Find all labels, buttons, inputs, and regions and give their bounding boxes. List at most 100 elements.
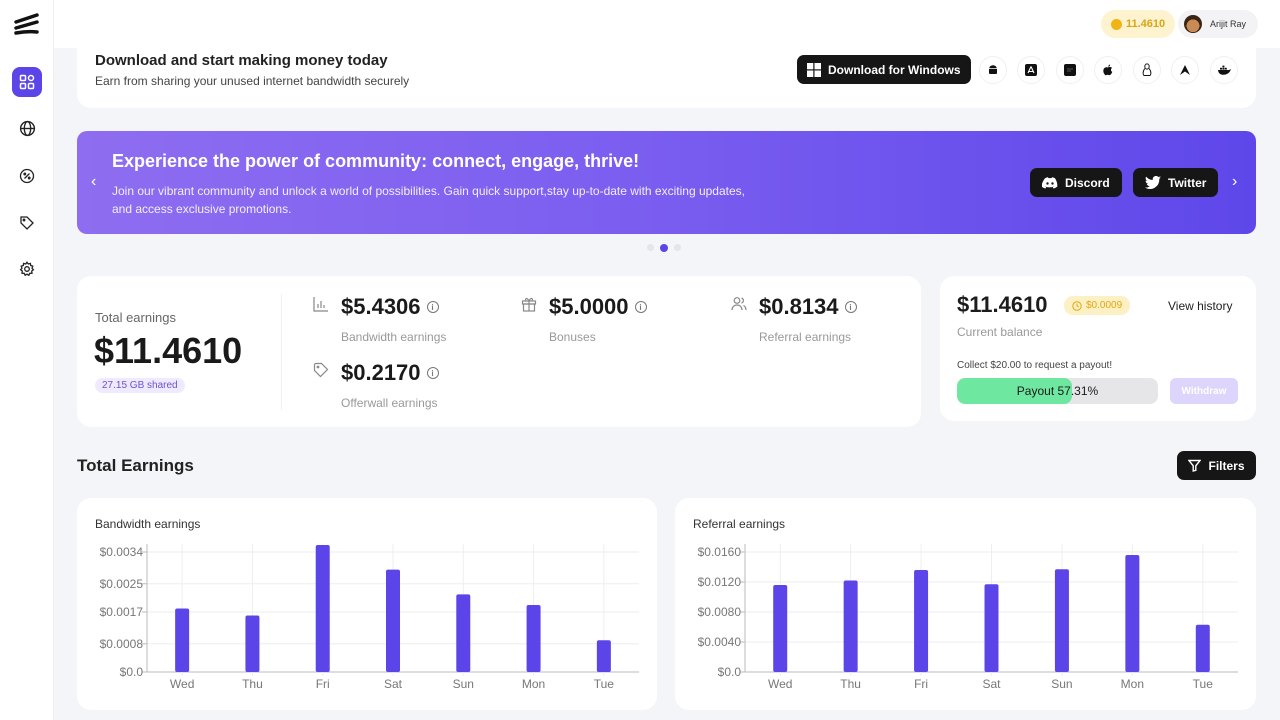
bar-thu — [245, 615, 260, 672]
download-appstore-button[interactable] — [1017, 56, 1045, 84]
community-banner: ‹ Experience the power of community: con… — [77, 131, 1256, 234]
bandwidth-value: $5.4306 — [341, 294, 421, 319]
y-tick-label: $0.0 — [120, 665, 144, 679]
earnings-summary-card: Total earnings $11.4610 27.15 GB shared … — [77, 276, 921, 427]
payout-progress: Payout 57.31% — [957, 378, 1158, 404]
discord-label: Discord — [1065, 175, 1110, 190]
gauge-icon — [19, 168, 35, 184]
filters-button[interactable]: Filters — [1177, 451, 1256, 480]
current-balance-label: Current balance — [957, 325, 1043, 339]
bandwidth-label: Bandwidth earnings — [341, 330, 447, 344]
total-earnings-label: Total earnings — [95, 310, 176, 325]
download-linux-button[interactable] — [1133, 56, 1161, 84]
download-android-button[interactable] — [979, 56, 1007, 84]
download-mac-button[interactable] — [1094, 56, 1122, 84]
x-tick-label: Fri — [316, 677, 330, 691]
shared-badge: 27.15 GB shared — [95, 378, 185, 393]
bar-sun — [1054, 569, 1069, 672]
referral-label: Referral earnings — [759, 330, 852, 344]
bandwidth-chart-card: Bandwidth earnings $0.0 $0.0008 $0.0017 $0.… — [77, 498, 657, 710]
sidebar — [0, 0, 54, 720]
download-arch-button[interactable] — [1171, 56, 1199, 84]
twitter-button[interactable]: Twitter — [1133, 168, 1219, 197]
bonuses-value: $5.0000 — [549, 294, 629, 319]
x-tick-label: Fri — [914, 677, 928, 691]
tag-icon — [20, 216, 34, 230]
y-tick-label: $0.0120 — [698, 575, 742, 589]
banner-next-button[interactable]: › — [1232, 173, 1237, 191]
globe-icon — [19, 120, 35, 136]
bar-tue — [1195, 624, 1210, 672]
y-tick-label: $0.0160 — [698, 545, 742, 559]
referral-chart: $0.0 $0.0040 $0.0080 $0.0120 $0.0160 Wed Thu Fr… — [698, 544, 1238, 691]
sidebar-item-speed[interactable] — [12, 161, 42, 191]
bandwidth-chart: $0.0 $0.0008 $0.0017 $0.0025 $0.0034 Wed Thu Fr… — [100, 544, 639, 691]
grid-icon — [19, 74, 35, 90]
x-tick-label: Thu — [242, 677, 263, 691]
logo-icon[interactable] — [13, 12, 41, 38]
sidebar-item-settings[interactable] — [12, 254, 42, 284]
x-tick-label: Wed — [170, 677, 194, 691]
download-docker-button[interactable] — [1210, 56, 1238, 84]
users-icon — [731, 297, 747, 311]
info-icon[interactable]: i — [426, 301, 439, 313]
divider — [281, 294, 282, 410]
view-history-link[interactable]: View history — [1168, 299, 1232, 313]
bar-wed — [773, 585, 788, 672]
apple-icon — [1103, 64, 1113, 75]
carousel-dot[interactable] — [674, 244, 681, 251]
clock-icon — [1072, 300, 1082, 311]
download-windows-button[interactable]: Download for Windows — [797, 55, 971, 84]
discord-button[interactable]: Discord — [1030, 168, 1122, 197]
download-raspberry-button[interactable] — [1056, 56, 1084, 84]
x-tick-label: Sun — [453, 677, 474, 691]
coin-icon — [1111, 18, 1122, 30]
banner-text: Join our vibrant community and unlock a … — [112, 184, 745, 216]
windows-icon — [807, 62, 821, 77]
withdraw-button[interactable]: Withdraw — [1170, 378, 1238, 404]
tag-icon — [313, 362, 329, 378]
gear-icon — [19, 261, 35, 277]
x-tick-label: Tue — [594, 677, 615, 691]
x-tick-label: Mon — [1121, 677, 1144, 691]
info-icon[interactable]: i — [426, 367, 439, 379]
twitter-label: Twitter — [1168, 175, 1207, 190]
bar-mon — [1125, 555, 1140, 672]
carousel-dot[interactable] — [647, 244, 654, 251]
sidebar-item-proxy[interactable] — [12, 113, 42, 143]
bar-tue — [596, 640, 611, 672]
android-icon — [989, 65, 997, 74]
carousel-dot-active[interactable] — [660, 243, 668, 252]
terminal-icon — [1064, 64, 1076, 76]
y-tick-label: $0.0080 — [698, 605, 742, 619]
sidebar-item-dashboard[interactable] — [12, 67, 42, 97]
x-tick-label: Thu — [840, 677, 861, 691]
x-tick-label: Wed — [768, 677, 792, 691]
collect-text: Collect $20.00 to request a payout! — [957, 360, 1113, 371]
payout-progress-label: Payout 57.31% — [1016, 384, 1099, 398]
bar-sun — [456, 594, 471, 672]
info-icon[interactable]: i — [844, 301, 857, 313]
referral-chart-card: Referral earnings $0.0 $0.0040 $0.0080 $0.0… — [675, 498, 1256, 710]
header-balance-pill[interactable]: 11.4610 — [1101, 10, 1176, 38]
avatar — [1184, 15, 1202, 33]
info-icon[interactable]: i — [634, 301, 647, 313]
total-earnings-value: $11.4610 — [94, 330, 243, 371]
user-menu[interactable]: Arijit Ray — [1178, 10, 1259, 38]
topbar — [54, 0, 1280, 48]
x-tick-label: Tue — [1193, 677, 1214, 691]
bar-mon — [526, 604, 541, 672]
pending-value: $0.0009 — [1086, 300, 1123, 311]
bonuses-label: Bonuses — [549, 330, 596, 344]
pending-badge: $0.0009 — [1064, 296, 1131, 315]
bar-fri — [315, 544, 330, 672]
y-tick-label: $0.0025 — [100, 577, 144, 591]
banner-prev-button[interactable]: ‹ — [91, 173, 96, 191]
offerwall-value: $0.2170 — [341, 360, 421, 385]
discord-icon — [1042, 176, 1058, 188]
download-title: Download and start making money today — [95, 52, 388, 69]
bar-sat — [984, 584, 999, 672]
x-tick-label: Sat — [982, 677, 1001, 691]
y-tick-label: $0.0034 — [100, 545, 144, 559]
sidebar-item-offers[interactable] — [12, 208, 42, 238]
